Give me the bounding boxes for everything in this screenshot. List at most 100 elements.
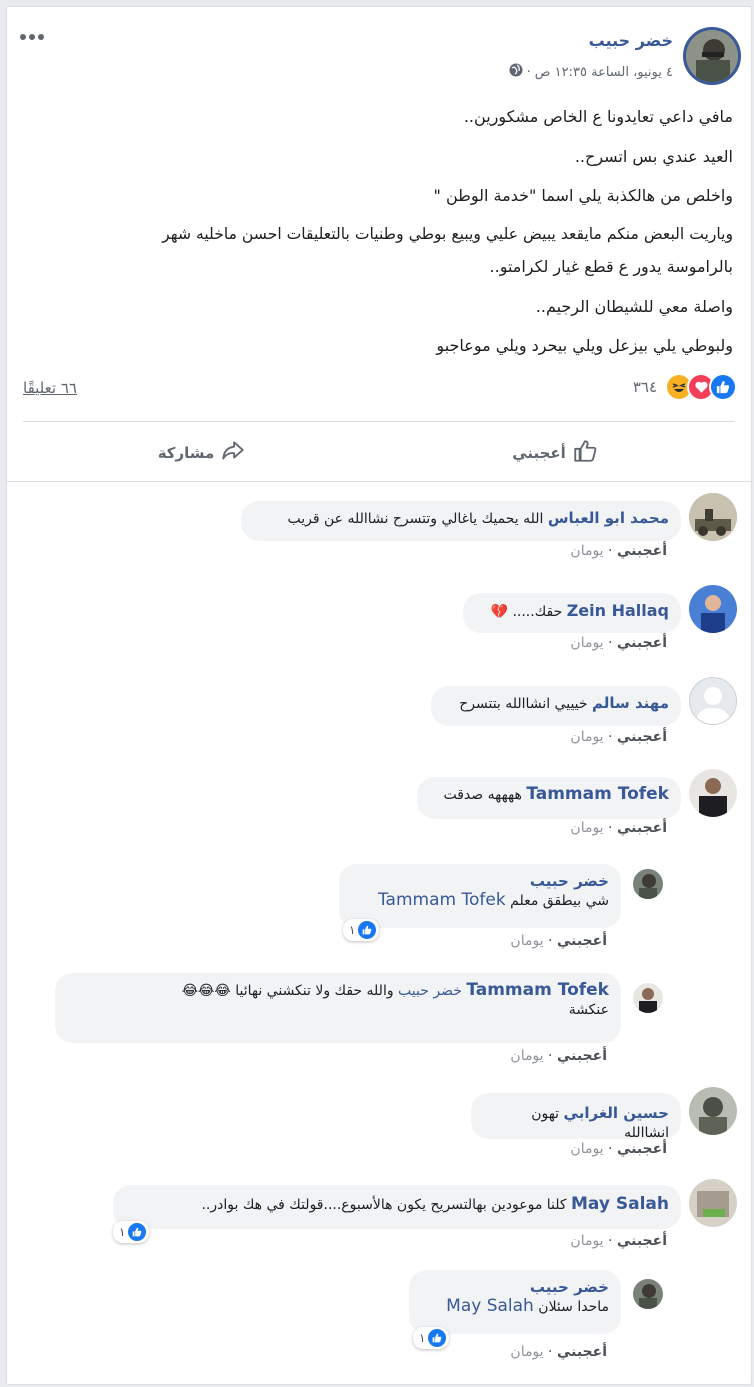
comment-author[interactable]: Zein Hallaq xyxy=(567,601,669,620)
comment-meta: أعجبني · يومان xyxy=(570,635,667,651)
comment-bubble: مهند سالم خيييي انشاالله بتتسرح xyxy=(431,686,681,726)
meta-dot: · xyxy=(548,1048,553,1064)
reply-author[interactable]: خضر حبيب xyxy=(351,872,609,891)
reactions-count: ٣٦٤ xyxy=(632,378,657,396)
reply-bubble: Tammam Tofek خضر حبيب والله حقك ولا تنكش… xyxy=(55,973,621,1043)
reply-author[interactable]: خضر حبيب xyxy=(421,1278,609,1297)
reply-time[interactable]: يومان xyxy=(510,933,543,949)
mention-link[interactable]: Tammam Tofek xyxy=(378,890,506,910)
reply-text: ماحدا سئلان xyxy=(538,1299,609,1315)
reply-meta: أعجبني · يومان xyxy=(510,1344,607,1360)
meta-dot: · xyxy=(608,820,613,836)
share-button-label: مشاركة xyxy=(157,444,215,462)
commenter-avatar[interactable] xyxy=(689,1179,737,1227)
reply-time[interactable]: يومان xyxy=(510,1344,543,1360)
reply-meta: أعجبني · يومان xyxy=(510,933,607,949)
comment-time[interactable]: يومان xyxy=(570,1141,603,1157)
reaction-count: ١ xyxy=(119,1225,126,1239)
post-line-4: وياريت البعض منكم مايقعد يبيض عليي ويبيع… xyxy=(162,225,733,243)
comment-text: خيييي انشاالله بتتسرح xyxy=(459,696,588,712)
comment-bubble: Zein Hallaq حقك..... 💔 xyxy=(463,593,681,633)
like-reaction-icon xyxy=(358,921,377,939)
like-reaction-icon xyxy=(128,1223,147,1241)
reply-reaction-badge[interactable]: ١ xyxy=(343,919,380,941)
commenter-avatar[interactable] xyxy=(689,769,737,817)
comment-time[interactable]: يومان xyxy=(570,635,603,651)
comment-like-link[interactable]: أعجبني xyxy=(617,1233,667,1249)
laughing-emoji: 😂😂😂 xyxy=(181,983,231,999)
comment-bubble: May Salah كلنا موعودين بهالتسريح يكون ها… xyxy=(113,1185,681,1229)
like-reaction-icon xyxy=(428,1329,447,1347)
comment-meta: أعجبني · يومان xyxy=(570,729,667,745)
commenter-avatar[interactable] xyxy=(689,1087,737,1135)
comment-like-link[interactable]: أعجبني xyxy=(617,729,667,745)
mention-link[interactable]: May Salah xyxy=(446,1296,534,1316)
comment-author[interactable]: مهند سالم xyxy=(592,694,669,712)
post-timestamp-row: ٤ يونيو، الساعة ١٢:٣٥ ص · xyxy=(509,63,673,81)
comment-text: كلنا موعودين بهالتسريح يكون هالأسبوع....… xyxy=(201,1197,567,1213)
comment-meta: أعجبني · يومان xyxy=(570,543,667,559)
reply-reaction-badge[interactable]: ١ xyxy=(413,1327,450,1349)
comment-author[interactable]: حسين الغرابي xyxy=(564,1104,669,1122)
comment-time[interactable]: يومان xyxy=(570,729,603,745)
meta-dot: · xyxy=(608,1141,613,1157)
comment-bubble: حسين الغرابي تهون انشاالله xyxy=(471,1093,681,1141)
comment-like-link[interactable]: أعجبني xyxy=(617,543,667,559)
commenter-avatar[interactable] xyxy=(689,585,737,633)
more-horizontal-icon[interactable] xyxy=(17,29,47,45)
reply-text: شي بيطقق معلم xyxy=(510,893,609,909)
meta-dot: · xyxy=(548,933,553,949)
post-timestamp[interactable]: ٤ يونيو، الساعة ١٢:٣٥ ص xyxy=(535,65,673,80)
comment-time[interactable]: يومان xyxy=(570,1233,603,1249)
comment-bubble: Tammam Tofek ههههه صدقت xyxy=(417,777,681,819)
post-line-3: واخلص من هالكذبة يلي اسما "خدمة الوطن " xyxy=(433,186,733,205)
comment-reaction-badge[interactable]: ١ xyxy=(113,1221,150,1243)
post-line-2: العيد عندي بس اتسرح.. xyxy=(574,147,733,166)
like-button-label: أعجبني xyxy=(512,444,566,462)
comment-time[interactable]: يومان xyxy=(570,543,603,559)
comments-count[interactable]: ٦٦ تعليقًا xyxy=(23,379,77,397)
comment-text: الله يحميك ياغالي وتتسرح نشاالله عن قريب xyxy=(287,511,544,527)
reply-time[interactable]: يومان xyxy=(510,1048,543,1064)
comment-text: حقك..... xyxy=(512,604,563,620)
share-button[interactable]: مشاركة xyxy=(27,433,377,473)
divider xyxy=(7,481,751,482)
comment-author[interactable]: Tammam Tofek xyxy=(526,784,669,804)
meta-dot: · xyxy=(548,1344,553,1360)
meta-dot: · xyxy=(608,635,613,651)
reaction-count: ١ xyxy=(419,1331,426,1345)
comment-author[interactable]: محمد ابو العباس xyxy=(548,509,669,527)
reply-like-link[interactable]: أعجبني xyxy=(557,1344,607,1360)
comment-meta: أعجبني · يومان xyxy=(570,1141,667,1157)
default-avatar-icon[interactable] xyxy=(689,677,737,725)
share-arrow-icon xyxy=(220,438,246,468)
reply-avatar[interactable] xyxy=(633,869,663,899)
comment-like-link[interactable]: أعجبني xyxy=(617,1141,667,1157)
comment-meta: أعجبني · يومان xyxy=(570,820,667,836)
comment-text: ههههه صدقت xyxy=(443,787,522,803)
post-author-name[interactable]: خضر حبيب xyxy=(589,31,673,50)
mention-link[interactable]: خضر حبيب xyxy=(398,983,462,999)
author-avatar[interactable] xyxy=(683,27,741,85)
timestamp-separator: · xyxy=(526,64,531,80)
reply-like-link[interactable]: أعجبني xyxy=(557,933,607,949)
divider xyxy=(23,421,735,422)
meta-dot: · xyxy=(608,543,613,559)
reply-avatar[interactable] xyxy=(633,983,663,1013)
commenter-avatar[interactable] xyxy=(689,493,737,541)
reply-like-link[interactable]: أعجبني xyxy=(557,1048,607,1064)
reply-meta: أعجبني · يومان xyxy=(510,1048,607,1064)
broken-heart-emoji: 💔 xyxy=(490,604,508,620)
reply-avatar[interactable] xyxy=(633,1279,663,1309)
reply-author[interactable]: Tammam Tofek xyxy=(466,980,609,1000)
globe-icon xyxy=(509,63,523,81)
meta-dot: · xyxy=(608,1233,613,1249)
post-card: خضر حبيب ٤ يونيو، الساعة ١٢:٣٥ ص · مافي … xyxy=(6,6,752,1385)
post-line-1: مافي داعي تعايدونا ع الخاص مشكورين.. xyxy=(463,107,733,126)
comment-like-link[interactable]: أعجبني xyxy=(617,820,667,836)
comment-like-link[interactable]: أعجبني xyxy=(617,635,667,651)
reactions-summary[interactable]: ٣٦٤ xyxy=(633,373,737,401)
comment-author[interactable]: May Salah xyxy=(571,1194,669,1214)
comment-time[interactable]: يومان xyxy=(570,820,603,836)
like-button[interactable]: أعجبني xyxy=(380,433,730,473)
